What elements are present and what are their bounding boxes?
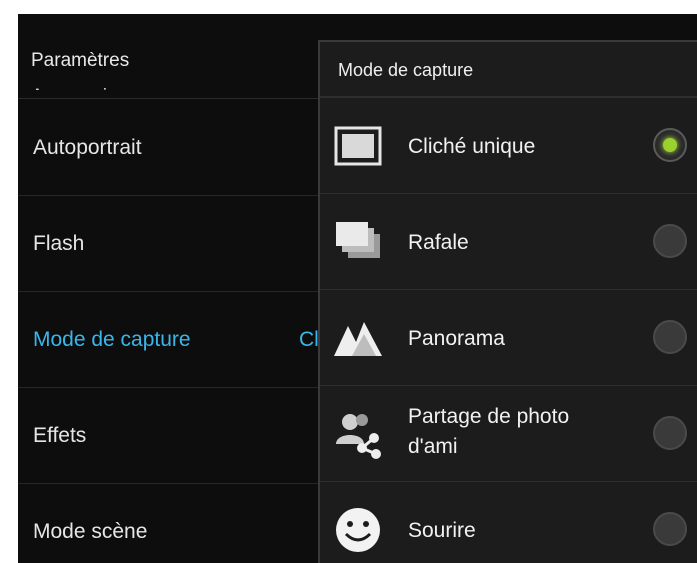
settings-header: Paramètres Accessoires (18, 42, 318, 99)
radio-button[interactable] (653, 320, 687, 354)
radio-button[interactable] (653, 512, 687, 546)
option-label: Panorama (408, 327, 505, 350)
single-shot-icon (332, 120, 384, 172)
option-label-line1: Partage de photo (408, 405, 570, 428)
option-share-photo[interactable]: Partage de photo d'ami (320, 386, 697, 482)
settings-item-label: Effets (33, 424, 87, 447)
share-photo-icon (332, 408, 384, 460)
settings-item-value: Cl (299, 328, 319, 351)
radio-button[interactable] (653, 224, 687, 258)
capture-mode-dialog: Mode de capture Cliché unique Rafale Pan… (318, 40, 697, 563)
settings-item-capture-mode[interactable]: Mode de capture Cl (18, 292, 319, 388)
settings-item-label: Autoportrait (33, 136, 142, 159)
option-label: Partage de photo d'ami (408, 402, 628, 462)
dialog-header: Mode de capture (320, 42, 697, 98)
settings-item-label: Flash (33, 232, 85, 255)
radio-button-selected[interactable] (653, 128, 687, 162)
settings-item-flash[interactable]: Flash (18, 196, 318, 292)
settings-item-label: Mode scène (33, 520, 148, 543)
option-label-line2: d'ami (408, 435, 458, 458)
burst-icon (332, 216, 384, 268)
panorama-icon (332, 312, 384, 364)
camera-settings-screen: Paramètres Accessoires Autoportrait Flas… (18, 14, 697, 563)
settings-item-effects[interactable]: Effets (18, 388, 318, 484)
option-panorama[interactable]: Panorama (320, 290, 697, 386)
dialog-title: Mode de capture (338, 60, 474, 80)
smile-icon (332, 504, 384, 556)
option-single-shot[interactable]: Cliché unique (320, 98, 697, 194)
settings-item-cut: Accessoires (31, 82, 133, 90)
option-burst[interactable]: Rafale (320, 194, 697, 290)
radio-button[interactable] (653, 416, 687, 450)
settings-item-autoportrait[interactable]: Autoportrait (18, 100, 318, 196)
settings-item-label: Mode de capture (33, 328, 191, 351)
option-label: Sourire (408, 519, 476, 542)
option-smile[interactable]: Sourire (320, 482, 697, 563)
option-label: Cliché unique (408, 135, 536, 158)
settings-title: Paramètres (31, 50, 130, 71)
settings-item-scene-mode[interactable]: Mode scène (18, 484, 318, 563)
option-label: Rafale (408, 231, 469, 254)
